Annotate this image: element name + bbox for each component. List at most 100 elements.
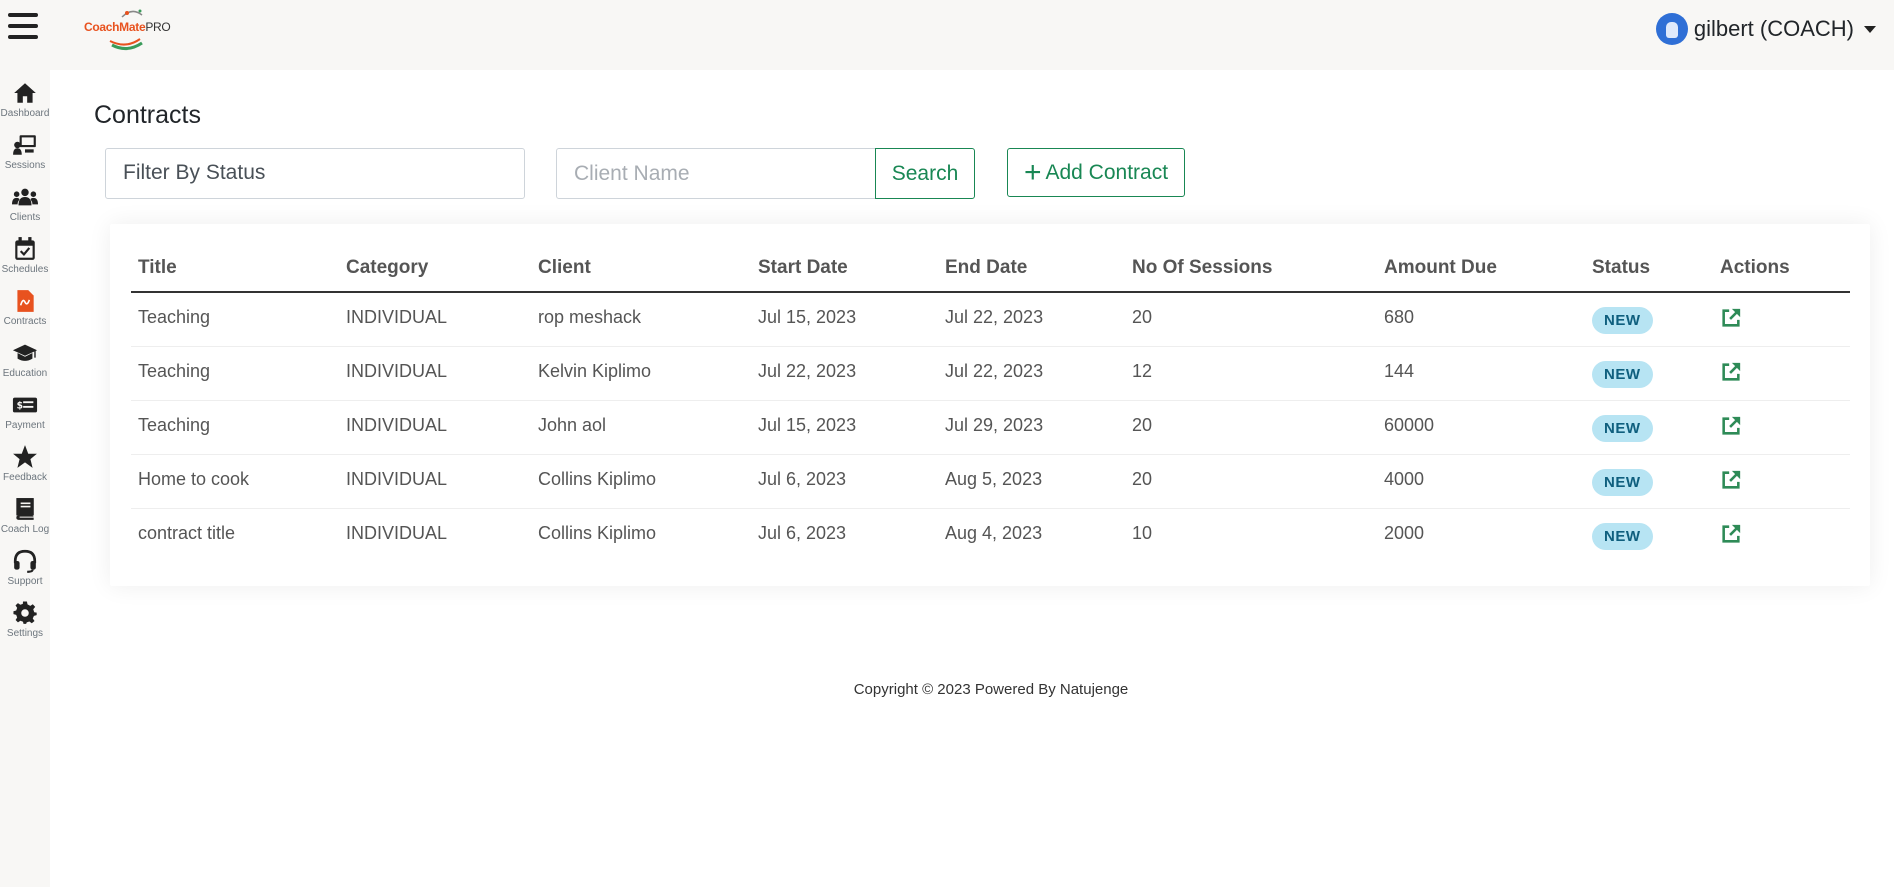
cell-category: INDIVIDUAL [339, 346, 531, 401]
svg-text:$: $ [17, 401, 23, 412]
sidebar-item-label: Education [2, 368, 48, 379]
sidebar-item-schedules[interactable]: Schedules [0, 236, 50, 275]
sidebar-item-label: Settings [6, 628, 44, 639]
book-icon [16, 498, 34, 520]
sidebar-item-sessions[interactable]: Sessions [0, 132, 50, 171]
plus-icon: + [1023, 155, 1042, 189]
sidebar-item-label: Coach Log [0, 524, 50, 535]
sidebar-item-education[interactable]: Education [0, 340, 50, 379]
cell-actions [1713, 508, 1850, 562]
status-filter-select[interactable]: Filter By Status [105, 148, 525, 199]
table-row: Teaching INDIVIDUAL Kelvin Kiplimo Jul 2… [131, 346, 1850, 401]
home-icon [14, 83, 36, 103]
cell-category: INDIVIDUAL [346, 522, 448, 543]
cell-sessions: 20 [1125, 292, 1377, 347]
client-name-input[interactable] [556, 148, 876, 199]
gear-icon [13, 601, 37, 624]
cell-amount-due: 60000 [1377, 400, 1585, 455]
column-header-actions: Actions [1713, 250, 1850, 293]
sidebar-item-clients[interactable]: Clients [0, 184, 50, 223]
calendar-check-icon [15, 237, 35, 260]
cell-sessions: 12 [1125, 346, 1377, 401]
status-badge: NEW [1592, 468, 1653, 496]
menu-toggle-icon[interactable] [8, 13, 38, 39]
column-header-end-date: End Date [938, 250, 1125, 293]
user-name: gilbert (COACH) [1693, 16, 1854, 41]
avatar [1655, 13, 1688, 45]
sidebar-item-settings[interactable]: Settings [0, 600, 50, 639]
sidebar-item-coach-log[interactable]: Coach Log [0, 496, 50, 535]
cell-status: NEW [1585, 454, 1713, 509]
sidebar: Dashboard Sessions Clients Schedules Con… [0, 70, 50, 887]
cell-start-date: Jul 6, 2023 [751, 454, 938, 509]
cell-category: INDIVIDUAL [339, 400, 531, 455]
external-link-icon[interactable] [1720, 307, 1742, 329]
logo-text-pro: PRO [145, 20, 171, 34]
add-contract-label: Add Contract [1045, 160, 1169, 184]
logo-text-main: CoachMate [84, 20, 146, 34]
cell-end-date: Aug 5, 2023 [938, 454, 1125, 509]
cell-start-date: Jul 15, 2023 [751, 400, 938, 455]
table-row: Home to cook INDIVIDUAL Collins Kiplimo … [131, 454, 1850, 509]
cell-title: Home to cook [131, 454, 339, 509]
status-badge: NEW [1592, 522, 1653, 550]
contracts-card: Title Category Client Start Date End Dat… [110, 224, 1870, 586]
cell-amount-due: 144 [1377, 346, 1585, 401]
cell-sessions: 20 [1125, 454, 1377, 509]
sidebar-item-support[interactable]: Support [0, 548, 50, 587]
cell-client: Collins Kiplimo [531, 454, 751, 509]
cell-status: NEW [1585, 292, 1713, 347]
cell-end-date: Jul 22, 2023 [938, 292, 1125, 347]
column-header-status: Status [1585, 250, 1713, 293]
table-row: contract title INDIVIDUAL Collins Kiplim… [131, 508, 1850, 562]
sidebar-item-dashboard[interactable]: Dashboard [0, 80, 50, 119]
sidebar-item-feedback[interactable]: Feedback [0, 444, 50, 483]
sidebar-item-label: Contracts [3, 316, 47, 327]
external-link-icon[interactable] [1720, 415, 1742, 437]
cell-client: rop meshack [531, 292, 751, 347]
cell-status: NEW [1585, 508, 1713, 562]
cell-end-date: Jul 29, 2023 [938, 400, 1125, 455]
column-header-start-date: Start Date [751, 250, 938, 293]
presentation-icon [13, 135, 36, 155]
external-link-icon[interactable] [1720, 469, 1742, 491]
chevron-down-icon [1864, 25, 1876, 33]
external-link-icon[interactable] [1720, 523, 1742, 545]
cell-start-date: Jul 6, 2023 [758, 522, 847, 543]
sidebar-item-contracts[interactable]: Contracts [0, 288, 50, 327]
sidebar-item-label: Feedback [3, 472, 47, 483]
column-header-title: Title [131, 250, 339, 293]
cell-amount-due: 2000 [1384, 522, 1425, 543]
sidebar-item-payment[interactable]: $ Payment [0, 392, 50, 431]
sidebar-item-label: Schedules [1, 264, 49, 275]
table-row: Teaching INDIVIDUAL John aol Jul 15, 202… [131, 400, 1850, 455]
footer-copyright: Copyright © 2023 Powered By Natujenge [853, 681, 1129, 698]
graduation-cap-icon [12, 344, 38, 361]
sidebar-item-label: Dashboard [0, 108, 50, 119]
sidebar-item-label: Sessions [4, 160, 46, 171]
cell-start-date: Jul 15, 2023 [751, 292, 938, 347]
page-title: Contracts [94, 101, 201, 129]
search-button[interactable]: Search [875, 148, 975, 199]
contract-file-icon [17, 290, 34, 312]
cell-client: John aol [531, 400, 751, 455]
cell-title: Teaching [131, 292, 339, 347]
column-header-sessions: No Of Sessions [1125, 250, 1377, 293]
cell-actions [1713, 292, 1850, 347]
cell-status: NEW [1585, 400, 1713, 455]
cell-title: Teaching [131, 400, 339, 455]
column-header-category: Category [339, 250, 531, 293]
user-menu[interactable]: gilbert (COACH) [1655, 13, 1876, 45]
cell-end-date: Jul 22, 2023 [938, 346, 1125, 401]
sidebar-item-label: Clients [9, 212, 41, 223]
cell-actions [1713, 454, 1850, 509]
headset-icon [13, 549, 37, 573]
cell-client: Collins Kiplimo [538, 522, 657, 543]
users-icon [12, 188, 38, 206]
external-link-icon[interactable] [1720, 361, 1742, 383]
table-header-row: Title Category Client Start Date End Dat… [131, 250, 1850, 293]
cell-amount-due: 680 [1377, 292, 1585, 347]
add-contract-button[interactable]: + Add Contract [1007, 148, 1185, 197]
column-header-amount-due: Amount Due [1377, 250, 1585, 293]
sidebar-item-label: Payment [5, 420, 45, 431]
